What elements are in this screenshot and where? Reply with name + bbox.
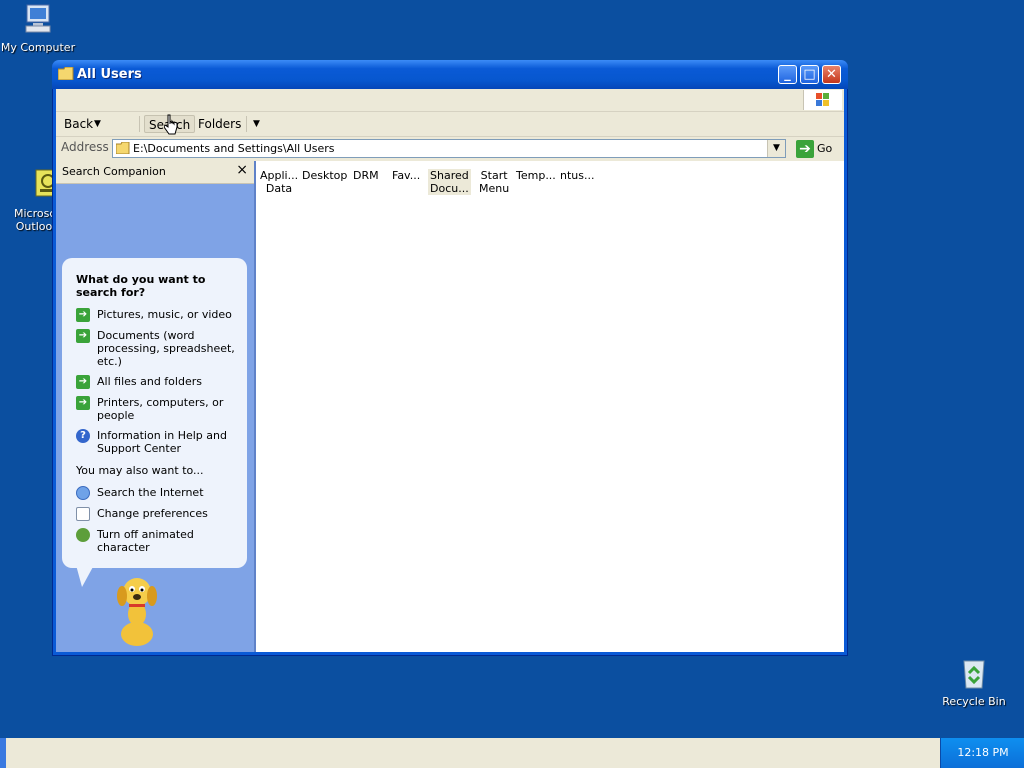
help-icon: ?: [76, 429, 90, 443]
desktop-icon-label: Recycle Bin: [942, 695, 1006, 708]
folder-item[interactable]: Appli... Data: [258, 169, 300, 195]
preferences-icon: [76, 507, 90, 521]
folder-item[interactable]: Start Menu: [477, 169, 511, 195]
file-list: Appli... Data Desktop DRM Fav... Shared …: [256, 161, 844, 652]
close-button[interactable]: ✕: [822, 65, 841, 84]
go-label: Go: [817, 142, 833, 155]
window-client: Back ▼ Search Folders ▼ Address E:\Docum…: [56, 89, 844, 652]
search-companion-title: Search Companion: [62, 165, 166, 178]
chevron-down-icon[interactable]: ▼: [767, 140, 785, 157]
back-dropdown-icon[interactable]: ▼: [94, 115, 101, 133]
search-option-label: Information in Help and Support Center: [97, 429, 227, 455]
folder-name-line2: Data: [265, 182, 293, 195]
internet-search-icon: [76, 486, 90, 500]
windows-logo-icon: [803, 90, 842, 110]
search-option-label: All files and folders: [97, 375, 202, 388]
balloon-tail: [76, 565, 94, 587]
folder-item[interactable]: Fav...: [390, 169, 422, 182]
toolbar-separator: [139, 116, 140, 132]
folder-item[interactable]: Temp...: [514, 169, 558, 182]
maximize-button[interactable]: □: [800, 65, 819, 84]
search-balloon: What do you want to search for? ➔ Pictur…: [62, 258, 247, 568]
desktop-icon-recycle-bin[interactable]: Recycle Bin: [934, 656, 1014, 708]
address-bar: Address E:\Documents and Settings\All Us…: [56, 137, 844, 162]
character-icon: [76, 528, 90, 542]
desktop-icon-label: Microsc Outloo: [14, 207, 56, 233]
toolbar-options-icon[interactable]: ▼: [253, 115, 260, 133]
arrow-icon: ➔: [76, 375, 90, 389]
folder-name-line1: Appli...: [260, 169, 299, 182]
arrow-icon: ➔: [76, 329, 90, 343]
taskbar: 12:18 PM: [0, 738, 1024, 768]
folders-button[interactable]: Folders: [194, 115, 245, 133]
my-computer-icon: [25, 4, 51, 33]
mouse-cursor-icon: [164, 114, 178, 135]
go-arrow-icon: ➔: [796, 140, 814, 158]
window-title: All Users: [77, 67, 142, 82]
folder-icon: [58, 67, 74, 80]
go-button[interactable]: ➔ Go: [792, 139, 832, 159]
address-label: Address: [61, 140, 109, 154]
folder-icon: [116, 142, 130, 154]
back-button[interactable]: Back: [60, 115, 97, 133]
menu-bar: [56, 89, 844, 112]
folder-name-line1: Desktop: [302, 169, 348, 182]
folder-item[interactable]: ntus...: [558, 169, 596, 182]
search-dog-icon[interactable]: [106, 576, 168, 648]
desktop-icon-label: My Computer: [0, 41, 76, 54]
clock[interactable]: 12:18 PM: [941, 746, 1024, 759]
folder-item[interactable]: DRM: [351, 169, 381, 182]
search-option-label: Pictures, music, or video: [97, 308, 232, 321]
title-bar[interactable]: All Users _ □ ✕: [52, 60, 848, 89]
also-option-label: Search the Internet: [97, 486, 204, 499]
search-companion-pane: Search Companion × What do you want to s…: [56, 161, 256, 652]
address-value: E:\Documents and Settings\All Users: [133, 142, 335, 155]
folder-name-line1: Fav...: [392, 169, 421, 182]
toolbar-separator: [246, 116, 247, 132]
close-icon[interactable]: ×: [236, 162, 248, 178]
recycle-bin-icon: [963, 660, 985, 689]
folder-name-line1: DRM: [353, 169, 379, 182]
folder-name-line1: Shared: [430, 169, 469, 182]
folder-name-line1: ntus...: [560, 169, 595, 182]
explorer-window[interactable]: All Users _ □ ✕ Back ▼ Search Folders ▼ …: [52, 60, 848, 656]
minimize-icon: _: [784, 67, 791, 82]
folder-item[interactable]: Desktop: [300, 169, 349, 182]
folder-name-line2: Docu...: [430, 182, 469, 195]
folder-name-line1: Start: [480, 169, 508, 182]
desktop-icon-my-computer[interactable]: My Computer: [0, 2, 78, 54]
close-icon: ✕: [826, 67, 837, 82]
also-option-label: Change preferences: [97, 507, 208, 520]
arrow-icon: ➔: [76, 396, 90, 410]
maximize-icon: □: [803, 67, 816, 82]
folder-item-selected[interactable]: Shared Docu...: [428, 169, 471, 195]
also-want-label: You may also want to...: [76, 464, 204, 477]
folder-name-line1: Temp...: [516, 169, 556, 182]
also-option-label: Turn off animated character: [97, 528, 194, 554]
arrow-icon: ➔: [76, 308, 90, 322]
search-option-label: Documents (word processing, spreadsheet,…: [97, 329, 235, 368]
folder-name-line2: Menu: [479, 182, 510, 195]
search-heading: What do you want to search for?: [76, 273, 206, 299]
address-input[interactable]: E:\Documents and Settings\All Users ▼: [112, 139, 786, 158]
search-option-label: Printers, computers, or people: [97, 396, 224, 422]
search-companion-header: Search Companion ×: [56, 161, 254, 184]
minimize-button[interactable]: _: [778, 65, 797, 84]
system-tray: 12:18 PM: [940, 738, 1024, 768]
start-button-edge[interactable]: [0, 738, 6, 768]
